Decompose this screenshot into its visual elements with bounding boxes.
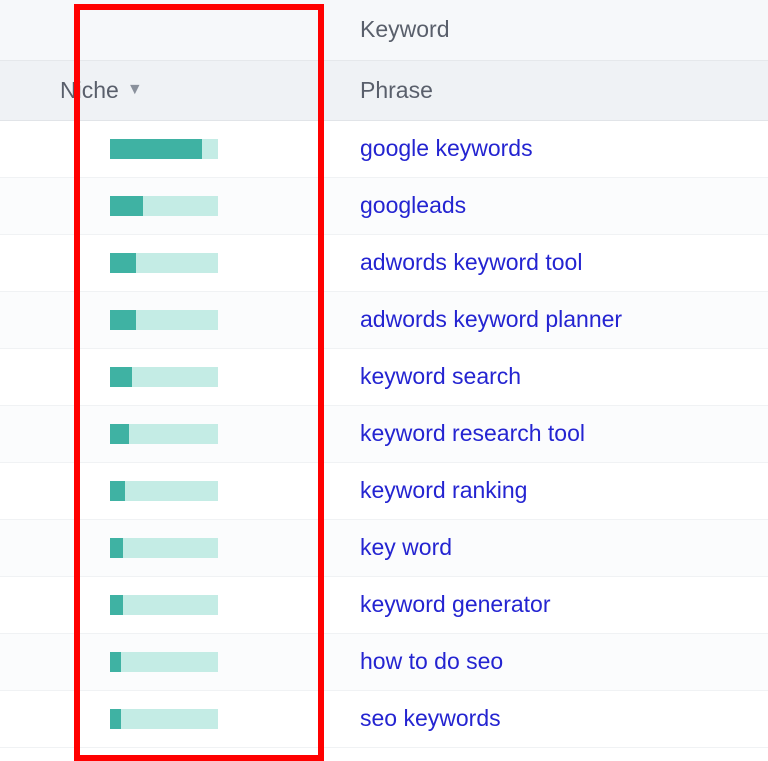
phrase-link[interactable]: keyword research tool bbox=[360, 420, 585, 446]
niche-bar-fill bbox=[110, 709, 121, 729]
niche-bar-fill bbox=[110, 424, 129, 444]
niche-cell bbox=[0, 177, 340, 234]
phrase-link[interactable]: googleads bbox=[360, 192, 466, 218]
niche-bar bbox=[110, 253, 218, 273]
niche-header-label: Niche bbox=[60, 77, 119, 104]
group-header-row: Keyword bbox=[0, 0, 768, 60]
niche-bar-fill bbox=[110, 538, 123, 558]
phrase-link[interactable]: keyword search bbox=[360, 363, 521, 389]
niche-column-header[interactable]: Niche ▼ bbox=[0, 60, 340, 120]
phrase-cell: keyword generator bbox=[340, 576, 768, 633]
niche-bar bbox=[110, 367, 218, 387]
table-row: keyword research tool bbox=[0, 405, 768, 462]
phrase-cell: adwords keyword planner bbox=[340, 291, 768, 348]
sub-header-row: Niche ▼ Phrase bbox=[0, 60, 768, 120]
niche-bar bbox=[110, 310, 218, 330]
phrase-cell: google keywords bbox=[340, 120, 768, 177]
niche-bar-fill bbox=[110, 139, 202, 159]
niche-bar bbox=[110, 595, 218, 615]
table-row: keyword search bbox=[0, 348, 768, 405]
phrase-link[interactable]: how to do seo bbox=[360, 648, 503, 674]
niche-cell bbox=[0, 462, 340, 519]
niche-bar bbox=[110, 481, 218, 501]
phrase-link[interactable]: adwords keyword tool bbox=[360, 249, 582, 275]
phrase-link[interactable]: keyword generator bbox=[360, 591, 551, 617]
niche-bar-fill bbox=[110, 253, 136, 273]
phrase-column-header[interactable]: Phrase bbox=[340, 60, 768, 120]
niche-cell bbox=[0, 120, 340, 177]
table-row: seo keywords bbox=[0, 690, 768, 747]
niche-bar-fill bbox=[110, 367, 132, 387]
phrase-cell: keyword ranking bbox=[340, 462, 768, 519]
phrase-link[interactable]: google keywords bbox=[360, 135, 533, 161]
table-row: adwords keyword tool bbox=[0, 234, 768, 291]
niche-cell bbox=[0, 291, 340, 348]
niche-bar bbox=[110, 196, 218, 216]
niche-bar-fill bbox=[110, 310, 136, 330]
phrase-cell: googleads bbox=[340, 177, 768, 234]
niche-bar bbox=[110, 139, 218, 159]
niche-bar bbox=[110, 424, 218, 444]
table-row: googleads bbox=[0, 177, 768, 234]
niche-cell bbox=[0, 519, 340, 576]
niche-bar-fill bbox=[110, 196, 143, 216]
group-header-keyword: Keyword bbox=[340, 0, 768, 60]
niche-cell bbox=[0, 633, 340, 690]
sort-desc-icon: ▼ bbox=[127, 81, 143, 99]
niche-bar-fill bbox=[110, 481, 125, 501]
niche-cell bbox=[0, 576, 340, 633]
phrase-link[interactable]: key word bbox=[360, 534, 452, 560]
niche-cell bbox=[0, 234, 340, 291]
table-row: adwords keyword planner bbox=[0, 291, 768, 348]
table-row: keyword ranking bbox=[0, 462, 768, 519]
niche-bar bbox=[110, 538, 218, 558]
phrase-link[interactable]: keyword ranking bbox=[360, 477, 527, 503]
niche-cell bbox=[0, 690, 340, 747]
phrase-cell: keyword research tool bbox=[340, 405, 768, 462]
niche-bar bbox=[110, 709, 218, 729]
table-row: key word bbox=[0, 519, 768, 576]
phrase-cell: how to do seo bbox=[340, 633, 768, 690]
niche-bar-fill bbox=[110, 652, 121, 672]
table-row: keyword generator bbox=[0, 576, 768, 633]
phrase-cell: keyword search bbox=[340, 348, 768, 405]
phrase-cell: key word bbox=[340, 519, 768, 576]
table-row: how to do seo bbox=[0, 633, 768, 690]
niche-cell bbox=[0, 405, 340, 462]
phrase-cell: seo keywords bbox=[340, 690, 768, 747]
niche-cell bbox=[0, 348, 340, 405]
keyword-table: Keyword Niche ▼ Phrase google keywords go… bbox=[0, 0, 768, 748]
group-header-spacer bbox=[0, 0, 340, 60]
niche-bar-fill bbox=[110, 595, 123, 615]
niche-bar bbox=[110, 652, 218, 672]
phrase-link[interactable]: seo keywords bbox=[360, 705, 501, 731]
phrase-link[interactable]: adwords keyword planner bbox=[360, 306, 622, 332]
table-row: google keywords bbox=[0, 120, 768, 177]
phrase-cell: adwords keyword tool bbox=[340, 234, 768, 291]
